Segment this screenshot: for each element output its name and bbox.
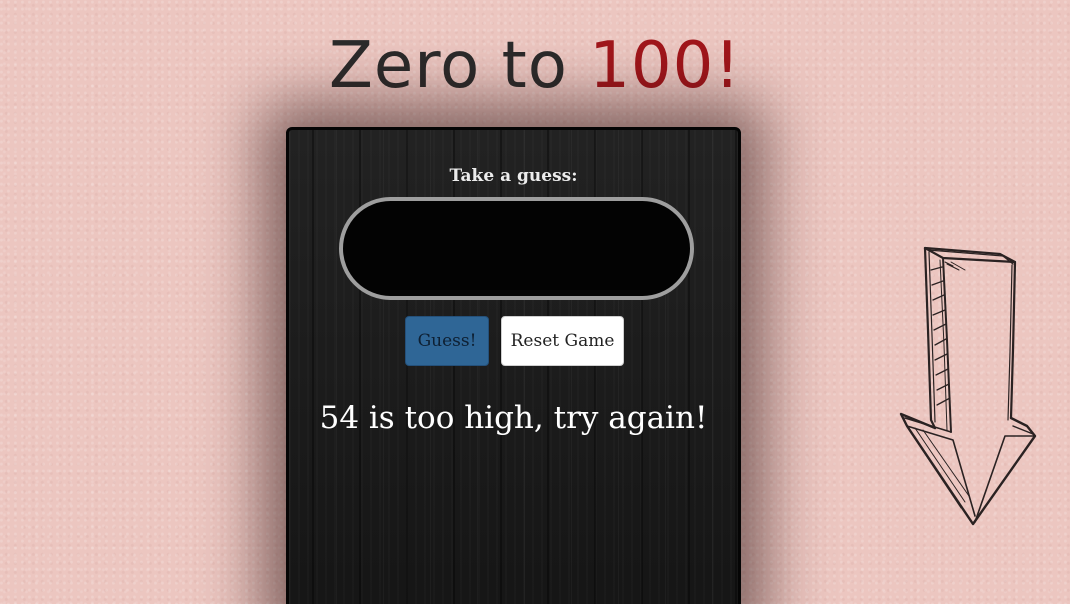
reset-game-button[interactable]: Reset Game <box>501 316 624 366</box>
game-board: Take a guess: Guess! Reset Game 54 is to… <box>286 127 741 604</box>
guess-feedback: 54 is too high, try again! <box>319 400 708 436</box>
page-title-accent: 100! <box>589 29 742 103</box>
page-title-prefix: Zero to <box>328 29 590 103</box>
page-title: Zero to 100! <box>0 26 1070 106</box>
guess-prompt-label: Take a guess: <box>449 166 578 186</box>
hand-drawn-down-arrow-icon <box>899 246 1037 526</box>
guess-button[interactable]: Guess! <box>405 316 489 366</box>
guess-input[interactable] <box>339 197 694 300</box>
